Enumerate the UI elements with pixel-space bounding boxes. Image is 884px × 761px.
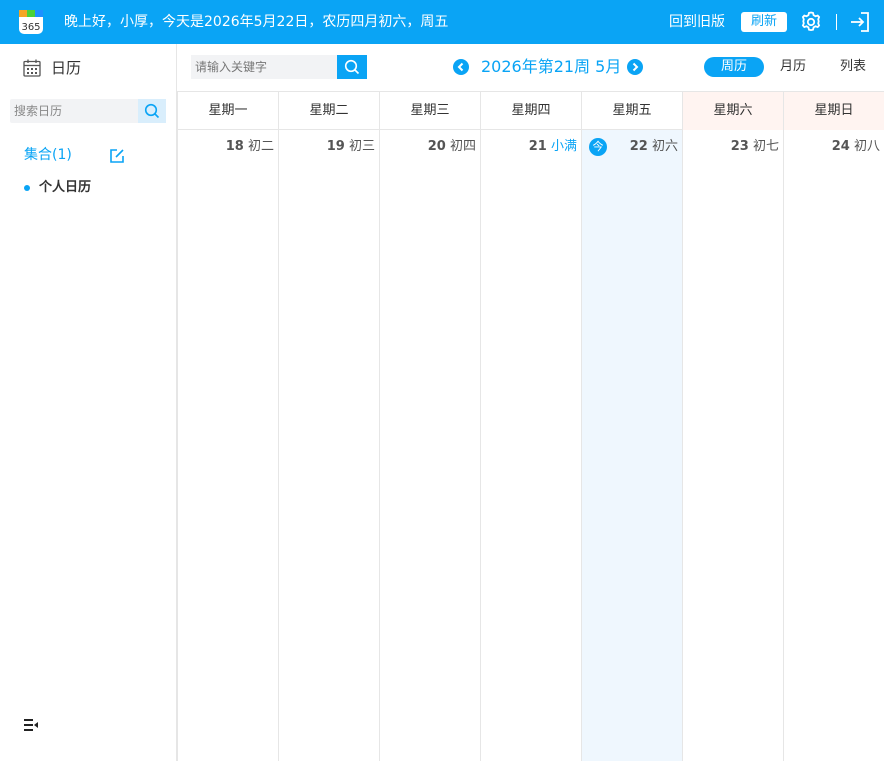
weekday-header: 星期一 星期二 星期三 星期四 星期五 星期六 星期日 (177, 91, 884, 130)
day-column[interactable]: 23 初七 (682, 130, 783, 761)
weekday-tuesday: 星期二 (278, 92, 379, 130)
day-number: 18 (225, 139, 244, 154)
today-badge: 今 (589, 138, 607, 156)
greeting-text: 晚上好，小厚，今天是2026年5月22日，农历四月初六，周五 (64, 14, 449, 30)
solar-term-label: 小满 (550, 139, 577, 154)
day-label: 23 初七 (731, 138, 779, 156)
day-number: 22 (629, 139, 648, 154)
lunar-date: 初四 (449, 139, 476, 154)
lunar-date: 初六 (651, 139, 678, 154)
logo-text: 365 (21, 22, 40, 33)
keyword-search-box (191, 55, 367, 79)
day-column[interactable]: 18 初二 (177, 130, 278, 761)
week-calendar: 星期一 星期二 星期三 星期四 星期五 星期六 星期日 18 初二 19 初三 … (177, 91, 884, 761)
collection-label[interactable]: 集合(1) (24, 145, 72, 165)
calendar-search-button[interactable] (138, 99, 166, 123)
keyword-search-button[interactable] (337, 55, 367, 79)
period-title: 2026年第21周 5月 (481, 57, 622, 76)
day-number: 23 (730, 139, 749, 154)
lunar-date: 初八 (853, 139, 880, 154)
day-label: 20 初四 (428, 138, 476, 156)
lunar-date: 初三 (348, 139, 375, 154)
weekday-saturday: 星期六 (682, 92, 783, 130)
edit-icon[interactable] (108, 147, 126, 165)
day-column[interactable]: 24 初八 (783, 130, 884, 761)
sidebar: 日历 集合(1) 个人日历 (0, 44, 177, 761)
day-number: 24 (831, 139, 850, 154)
sidebar-title: 日历 (51, 59, 82, 77)
refresh-button[interactable]: 刷新 (741, 12, 787, 32)
calendar-toolbar: 2026年第21周 5月 周历 月历 列表 (177, 44, 884, 91)
day-label: 19 初三 (327, 138, 375, 156)
calendar-color-dot (24, 185, 30, 191)
day-label: 21 小满 (529, 138, 577, 156)
logout-icon[interactable] (848, 10, 872, 34)
gear-icon[interactable] (799, 10, 823, 34)
calendar-search-input[interactable] (10, 99, 138, 123)
weekday-friday: 星期五 (581, 92, 682, 130)
day-column-today[interactable]: 今 22 初六 (581, 130, 682, 761)
calendar-icon (23, 59, 41, 77)
tab-month-view[interactable]: 月历 (780, 57, 806, 77)
previous-week-button[interactable] (453, 59, 469, 75)
chevron-left-icon (457, 62, 464, 72)
calendar-365-logo-icon: 365 (19, 10, 43, 34)
lunar-date: 初七 (752, 139, 779, 154)
collapse-sidebar-icon[interactable] (22, 716, 40, 734)
weekday-sunday: 星期日 (783, 92, 884, 130)
day-column[interactable]: 20 初四 (379, 130, 480, 761)
tab-week-view[interactable]: 周历 (704, 57, 764, 77)
day-number: 21 (528, 139, 547, 154)
search-icon (144, 103, 160, 119)
day-number: 20 (427, 139, 446, 154)
chevron-right-icon (632, 62, 639, 72)
day-label: 22 初六 (630, 138, 678, 156)
weekday-wednesday: 星期三 (379, 92, 480, 130)
top-bar: 365 晚上好，小厚，今天是2026年5月22日，农历四月初六，周五 回到旧版 … (0, 0, 884, 44)
lunar-date: 初二 (247, 139, 274, 154)
day-column[interactable]: 19 初三 (278, 130, 379, 761)
keyword-search-input[interactable] (191, 55, 337, 79)
next-week-button[interactable] (627, 59, 643, 75)
day-number: 19 (326, 139, 345, 154)
top-divider (836, 14, 837, 30)
weekday-monday: 星期一 (177, 92, 278, 130)
weekday-thursday: 星期四 (480, 92, 581, 130)
back-to-old-version-link[interactable]: 回到旧版 (669, 12, 725, 32)
day-label: 18 初二 (226, 138, 274, 156)
day-column[interactable]: 21 小满 (480, 130, 581, 761)
search-icon (344, 59, 360, 75)
day-label: 24 初八 (832, 138, 880, 156)
tab-list-view[interactable]: 列表 (840, 57, 866, 77)
calendar-item-label: 个人日历 (39, 180, 92, 195)
calendar-search-box (10, 99, 166, 123)
